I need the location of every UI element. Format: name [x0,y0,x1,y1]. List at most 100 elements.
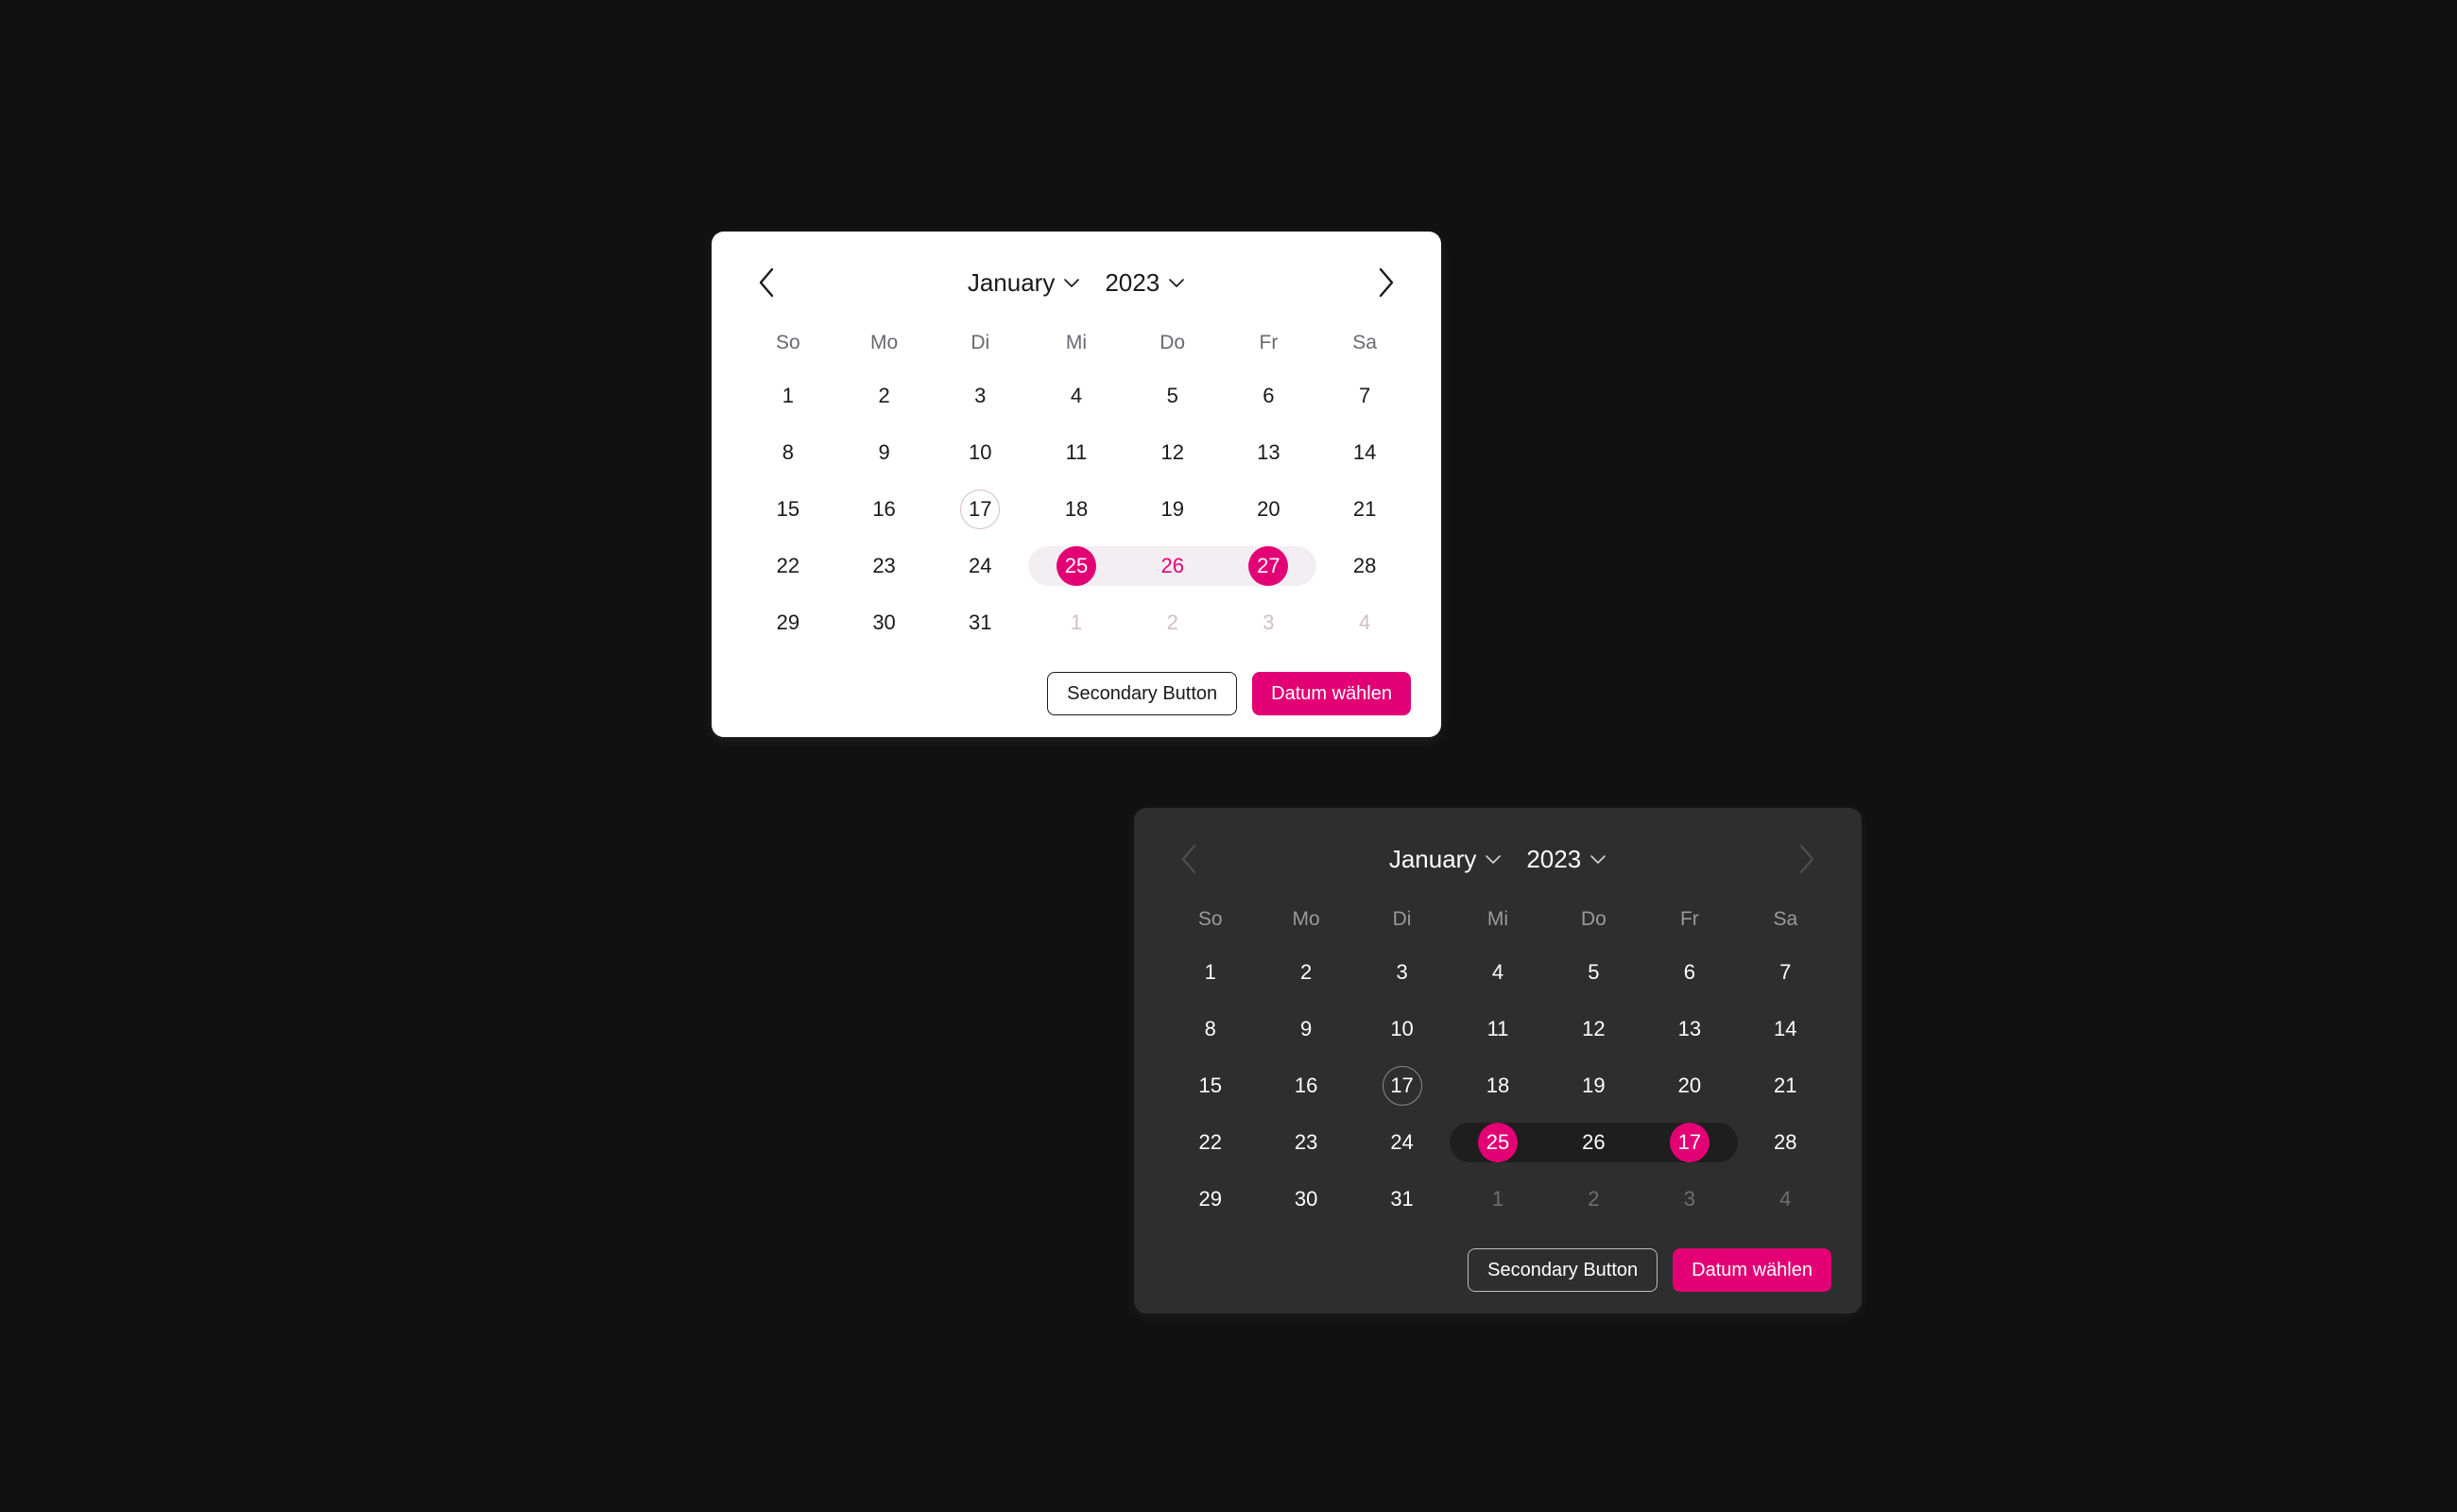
day-cell-31[interactable]: 31 [932,594,1028,651]
day-number: 17 [1382,1066,1422,1106]
day-cell-8[interactable]: 8 [740,424,836,481]
day-cell-22[interactable]: 22 [1162,1114,1258,1171]
day-cell-17[interactable]: 17 [1354,1057,1450,1114]
year-select[interactable]: 2023 [1526,847,1606,871]
day-cell-13[interactable]: 13 [1221,424,1317,481]
day-cell-8[interactable]: 8 [1162,1001,1258,1057]
calendar-week-row: 8 9 10 11 12 13 14 [740,424,1413,481]
day-cell-19[interactable]: 19 [1546,1057,1641,1114]
day-cell-20[interactable]: 20 [1221,481,1317,538]
day-cell-16[interactable]: 16 [1258,1057,1353,1114]
day-cell-17[interactable]: 17 [1641,1114,1737,1171]
month-label: January [967,268,1056,297]
day-cell-31[interactable]: 31 [1354,1171,1450,1228]
day-cell-21[interactable]: 21 [1316,481,1413,538]
next-month-button[interactable] [1366,262,1407,303]
day-cell-12[interactable]: 12 [1125,424,1221,481]
day-number: 20 [1257,497,1280,521]
next-month-button[interactable] [1786,838,1828,880]
day-number: 11 [1065,440,1088,464]
secondary-button[interactable]: Secondary Button [1468,1248,1658,1292]
prev-month-button[interactable] [746,262,787,303]
day-cell-13[interactable]: 13 [1641,1001,1737,1057]
month-select[interactable]: January [968,270,1081,295]
day-cell-18[interactable]: 18 [1450,1057,1545,1114]
day-cell-29[interactable]: 29 [1162,1171,1258,1228]
select-date-button[interactable]: Datum wählen [1673,1248,1831,1292]
day-cell-6[interactable]: 6 [1221,368,1317,424]
day-number: 17 [960,490,1001,529]
day-cell-11[interactable]: 11 [1450,1001,1545,1057]
day-cell-27[interactable]: 27 [1221,538,1317,594]
day-cell-5[interactable]: 5 [1125,368,1221,424]
day-cell-14[interactable]: 14 [1316,424,1413,481]
day-number: 21 [1774,1074,1797,1097]
year-select[interactable]: 2023 [1105,270,1185,295]
day-number: 22 [1198,1130,1222,1154]
day-cell-2[interactable]: 2 [836,368,933,424]
day-cell-29[interactable]: 29 [740,594,836,651]
month-select[interactable]: January [1389,847,1503,871]
day-number: 25 [1056,546,1096,586]
day-cell-4[interactable]: 4 [1028,368,1125,424]
day-cell-30[interactable]: 30 [1258,1171,1353,1228]
prev-month-button[interactable] [1168,838,1210,880]
day-cell-18[interactable]: 18 [1028,481,1125,538]
day-cell-10[interactable]: 10 [932,424,1028,481]
day-cell-24[interactable]: 24 [932,538,1028,594]
day-cell-7[interactable]: 7 [1316,368,1413,424]
day-number: 6 [1683,960,1695,984]
day-cell-3[interactable]: 3 [932,368,1028,424]
day-cell-11[interactable]: 11 [1028,424,1125,481]
day-cell-15[interactable]: 15 [740,481,836,538]
day-number: 9 [1300,1017,1313,1040]
day-cell-25[interactable]: 25 [1450,1114,1545,1171]
day-cell-3: 3 [1641,1171,1737,1228]
day-cell-4[interactable]: 4 [1450,944,1545,1001]
select-date-button[interactable]: Datum wählen [1252,672,1411,715]
day-number: 16 [872,497,896,521]
day-cell-28[interactable]: 28 [1316,538,1413,594]
day-cell-22[interactable]: 22 [740,538,836,594]
calendar-week-row: 15 16 17 18 19 20 21 [1162,1057,1833,1114]
secondary-button[interactable]: Secondary Button [1047,672,1238,715]
day-cell-16[interactable]: 16 [836,481,933,538]
day-number: 8 [1204,1017,1216,1040]
day-cell-24[interactable]: 24 [1354,1114,1450,1171]
day-cell-9[interactable]: 9 [836,424,933,481]
day-number: 18 [1486,1074,1510,1097]
chevron-left-icon [756,266,777,299]
day-cell-1[interactable]: 1 [740,368,836,424]
day-cell-5[interactable]: 5 [1546,944,1641,1001]
day-cell-10[interactable]: 10 [1354,1001,1450,1057]
day-cell-20[interactable]: 20 [1641,1057,1737,1114]
day-cell-23[interactable]: 23 [836,538,933,594]
day-cell-15[interactable]: 15 [1162,1057,1258,1114]
day-cell-19[interactable]: 19 [1125,481,1221,538]
day-cell-26[interactable]: 26 [1546,1114,1641,1171]
day-cell-9[interactable]: 9 [1258,1001,1353,1057]
day-cell-30[interactable]: 30 [836,594,933,651]
day-number: 23 [1294,1130,1318,1154]
day-number: 3 [1263,610,1275,634]
chevron-right-icon [1796,843,1817,875]
day-cell-26[interactable]: 26 [1125,538,1221,594]
day-number: 24 [969,554,992,577]
day-cell-21[interactable]: 21 [1738,1057,1833,1114]
day-cell-1[interactable]: 1 [1162,944,1258,1001]
day-cell-25[interactable]: 25 [1028,538,1125,594]
day-cell-2[interactable]: 2 [1258,944,1353,1001]
day-cell-23[interactable]: 23 [1258,1114,1353,1171]
day-cell-28[interactable]: 28 [1738,1114,1833,1171]
day-cell-7[interactable]: 7 [1738,944,1833,1001]
day-cell-14[interactable]: 14 [1738,1001,1833,1057]
day-cell-12[interactable]: 12 [1546,1001,1641,1057]
day-cell-17[interactable]: 17 [932,481,1028,538]
day-number: 18 [1064,497,1089,521]
chevron-down-icon [1589,854,1606,865]
day-cell-3[interactable]: 3 [1354,944,1450,1001]
day-cell-6[interactable]: 6 [1641,944,1737,1001]
year-label: 2023 [1105,268,1160,297]
date-range-picker-dark: January 2023 So Mo Di Mi Do Fr Sa 1 2 3 … [1134,808,1862,1314]
day-number: 28 [1774,1130,1797,1154]
